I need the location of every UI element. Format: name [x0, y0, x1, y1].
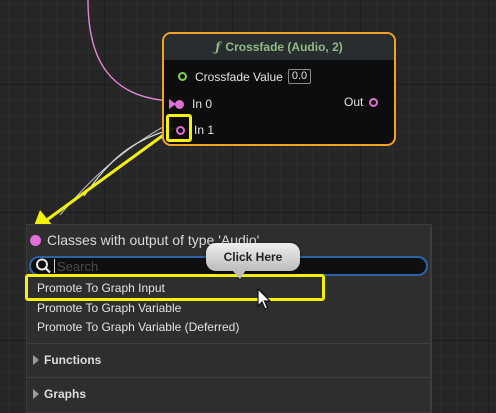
wire-pink	[87, 0, 173, 102]
node-header[interactable]: ƒ Crossfade (Audio, 2)	[164, 34, 394, 60]
category-functions-label: Functions	[44, 353, 102, 367]
category-graphs[interactable]: Graphs	[27, 377, 431, 410]
function-icon: ƒ	[215, 40, 221, 54]
node-title: Crossfade (Audio, 2)	[225, 40, 343, 54]
menu-item-promote-graph-variable-deferred[interactable]: Promote To Graph Variable (Deferred)	[37, 320, 239, 334]
search-icon	[36, 258, 51, 274]
crossfade-value-label: Crossfade Value	[195, 69, 283, 84]
out-row: Out	[344, 95, 379, 109]
mouse-cursor-icon	[257, 288, 271, 310]
in1-label: In 1	[194, 123, 215, 137]
category-graphs-label: Graphs	[44, 387, 87, 401]
in0-label: In 0	[192, 97, 213, 111]
menu-item-promote-graph-variable[interactable]: Promote To Graph Variable	[37, 301, 181, 315]
pin-highlight-box	[166, 114, 192, 142]
crossfade-value-pin-icon[interactable]	[178, 72, 187, 81]
category-functions[interactable]: Functions	[27, 343, 431, 376]
callout-text: Click Here	[223, 250, 283, 264]
in0-pin-icon[interactable]	[175, 99, 184, 109]
expand-triangle-icon	[33, 389, 39, 399]
crossfade-value-row: Crossfade Value 0.0	[178, 69, 312, 84]
audio-pin-icon	[30, 234, 41, 246]
crossfade-node[interactable]: ƒ Crossfade (Audio, 2) Crossfade Value 0…	[162, 32, 396, 146]
expand-triangle-icon	[33, 355, 39, 365]
in0-row: In 0	[169, 97, 212, 111]
out-label: Out	[344, 95, 364, 109]
out-pin-icon[interactable]	[369, 97, 379, 107]
crossfade-value-field[interactable]: 0.0	[287, 69, 312, 84]
item-highlight-box	[25, 274, 325, 301]
click-here-callout: Click Here	[206, 243, 300, 279]
annotation-arrow	[32, 126, 174, 231]
